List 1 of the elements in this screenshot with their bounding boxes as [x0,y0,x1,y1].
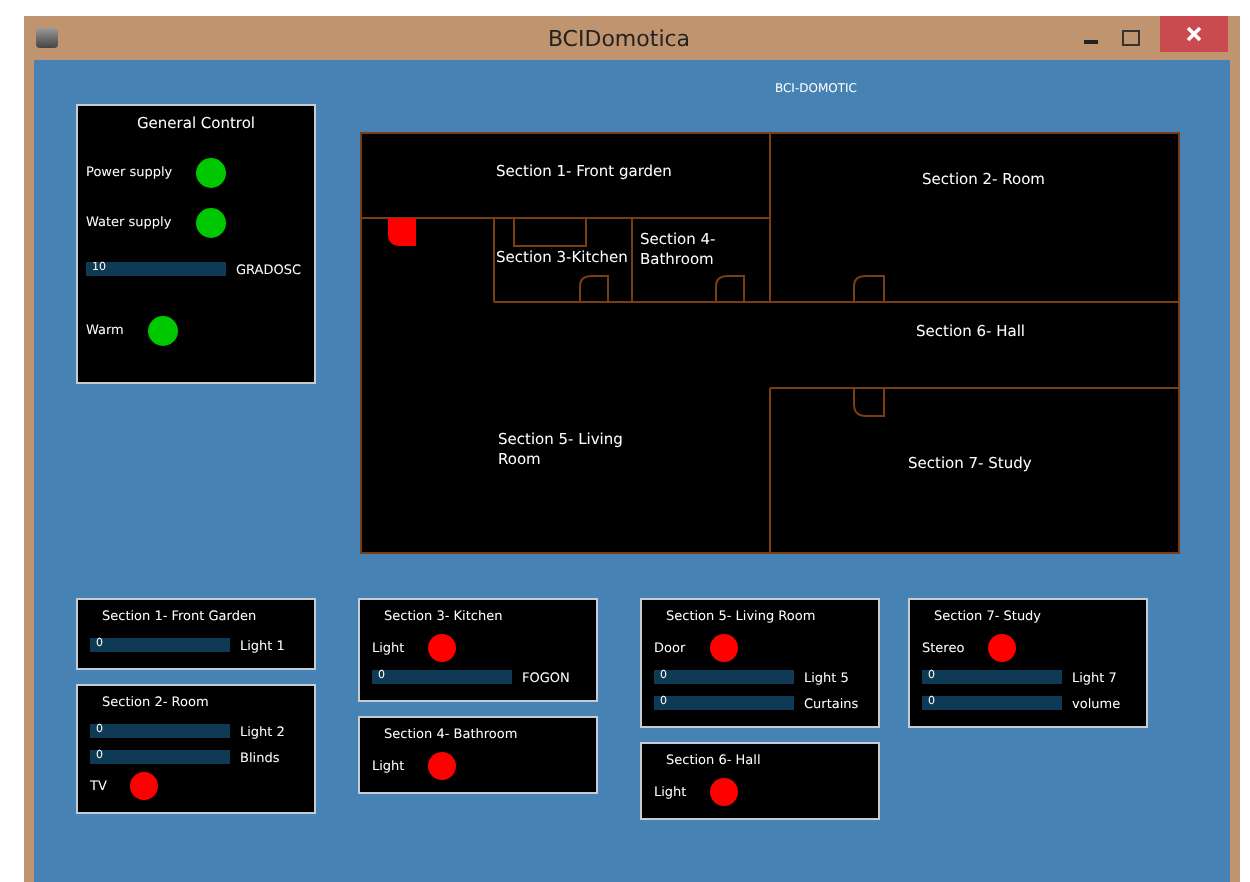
window-title: BCIDomotica [545,25,693,51]
